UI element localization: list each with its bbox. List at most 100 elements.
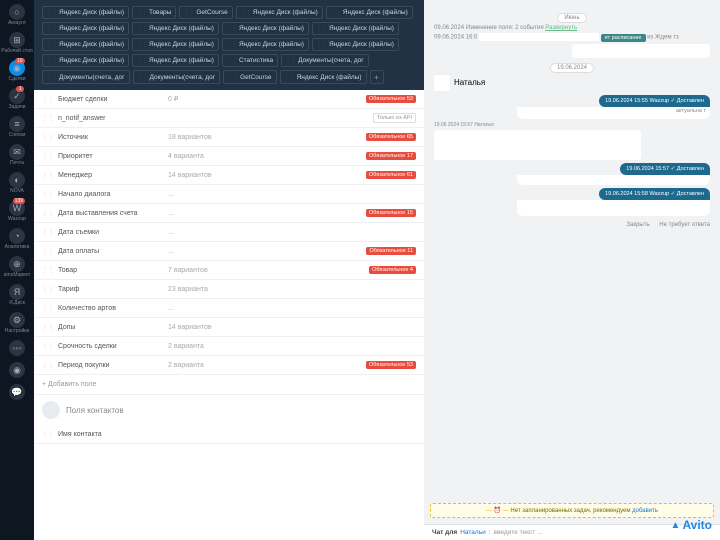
required-badge: Обязательное 53 (366, 361, 416, 369)
field-value[interactable]: 23 варианта (168, 286, 416, 293)
field-value[interactable]: 0 ₽ (168, 95, 366, 103)
chat-contact-link[interactable]: Натальи (460, 529, 486, 536)
close-action[interactable]: Закрыть (627, 222, 650, 228)
sidebar-icon: ⊞ (9, 32, 25, 48)
tag-chip[interactable]: GetCourse (223, 70, 276, 84)
field-row[interactable]: ⋮⋮Менеджер14 вариантовОбязательное 61 (34, 166, 424, 185)
field-value[interactable]: ... (168, 305, 416, 312)
field-name: Бюджет сделки (58, 96, 168, 103)
field-row[interactable]: ⋮⋮Бюджет сделки0 ₽Обязательное 53 (34, 90, 424, 109)
tag-chip[interactable]: Товары (132, 6, 176, 19)
chat-placeholder[interactable]: введите текст ... (494, 529, 543, 536)
tag-chip[interactable]: Документы(счета, дог (133, 70, 221, 84)
sidebar-label: Рабочий стол (1, 49, 32, 54)
add-task-link[interactable]: добавить (632, 508, 658, 514)
redacted (572, 44, 710, 58)
grip-icon: ⋮⋮ (42, 210, 54, 217)
sidebar: ○Аккаунт ⊞Рабочий стол ◉10Сделки ✓1Задачи ≡С… (0, 0, 34, 540)
field-row[interactable]: ⋮⋮Товар7 вариантовОбязательное 4 (34, 261, 424, 280)
sidebar-item-NOVA[interactable]: ◐NOVA (9, 172, 25, 194)
field-name: Имя контакта (58, 431, 168, 438)
sidebar-item-Аналитика[interactable]: ◔Аналитика (5, 228, 30, 250)
field-name: Товар (58, 267, 168, 274)
sidebar-label: Списки (9, 133, 26, 138)
sidebar-item-Wazzup[interactable]: W139Wazzup (8, 200, 26, 222)
contact-name-field[interactable]: ⋮⋮ Имя контакта (34, 425, 424, 444)
field-row[interactable]: ⋮⋮Срочность сделки2 варианта (34, 337, 424, 356)
tag-chip[interactable]: Яндекс Диск (файлы) (42, 54, 129, 67)
sidebar-icon: ○ (9, 4, 25, 20)
tag-chip[interactable]: GetCourse (179, 6, 232, 19)
field-name: n_notif_answer (58, 115, 168, 122)
field-row[interactable]: ⋮⋮Дата оплаты...Обязательное 11 (34, 242, 424, 261)
field-value[interactable]: 4 варианта (168, 153, 366, 160)
sidebar-item-Задачи[interactable]: ✓1Задачи (9, 88, 26, 110)
field-value[interactable]: ... (168, 191, 416, 198)
required-badge: Обязательное 4 (369, 266, 416, 274)
field-row[interactable]: ⋮⋮Дата съемки... (34, 223, 424, 242)
field-value[interactable]: 2 варианта (168, 343, 416, 350)
grip-icon: ⋮⋮ (42, 343, 54, 350)
field-row[interactable]: ⋮⋮n_notif_answerТолько из API (34, 109, 424, 128)
sidebar-footer-icon[interactable]: ◦◦◦ (9, 340, 25, 356)
sidebar-item-Почта[interactable]: ✉Почта (9, 144, 25, 166)
field-value[interactable]: 14 вариантов (168, 172, 366, 179)
field-value[interactable]: 2 варианта (168, 362, 366, 369)
field-row[interactable]: ⋮⋮Допы14 вариантов (34, 318, 424, 337)
tag-chip[interactable]: Яндекс Диск (файлы) (42, 22, 129, 35)
incoming-meta: 19.06 2024 15:57 Наталья (434, 122, 710, 128)
sidebar-item-Аккаунт[interactable]: ○Аккаунт (8, 4, 26, 26)
field-value[interactable]: 7 вариантов (168, 267, 369, 274)
field-row[interactable]: ⋮⋮Приоритет4 вариантаОбязательное 17 (34, 147, 424, 166)
field-value[interactable]: ... (168, 210, 366, 217)
field-row[interactable]: ⋮⋮Источник18 вариантовОбязательное 65 (34, 128, 424, 147)
tag-chip[interactable]: Яндекс Диск (файлы) (280, 70, 367, 84)
tag-chip[interactable]: Документы(счета, дог (281, 54, 369, 67)
tag-chip[interactable]: Яндекс Диск (файлы) (326, 6, 413, 19)
sidebar-icon: ≡ (9, 116, 25, 132)
tag-chip[interactable]: Яндекс Диск (файлы) (222, 22, 309, 35)
grip-icon: ⋮⋮ (42, 248, 54, 255)
tag-chip[interactable]: Яндекс Диск (файлы) (312, 38, 399, 51)
expand-link[interactable]: Развернуть (545, 25, 577, 31)
tag-chip[interactable]: Статистика (222, 54, 278, 67)
sidebar-item-Я.Диск[interactable]: ЯЯ.Диск (9, 284, 25, 306)
field-row[interactable]: ⋮⋮Дата выставления счета...Обязательное … (34, 204, 424, 223)
sidebar-footer-icon[interactable]: ◉ (9, 362, 25, 378)
tag-chip[interactable]: Яндекс Диск (файлы) (236, 6, 323, 19)
tag-chip[interactable]: Яндекс Диск (файлы) (132, 54, 219, 67)
tag-chip[interactable]: Яндекс Диск (файлы) (132, 22, 219, 35)
sidebar-item-Списки[interactable]: ≡Списки (9, 116, 26, 138)
field-row[interactable]: ⋮⋮Количество артов... (34, 299, 424, 318)
main: Яндекс Диск (файлы)ТоварыGetCourseЯндекс… (34, 0, 720, 540)
sidebar-item-Сделки[interactable]: ◉10Сделки (8, 60, 25, 82)
sidebar-item-Настройки[interactable]: ⚙Настройки (5, 312, 30, 334)
sidebar-footer-icon[interactable]: 💬 (9, 384, 25, 400)
field-name: Источник (58, 134, 168, 141)
tag-chip[interactable]: Яндекс Диск (файлы) (312, 22, 399, 35)
sidebar-label: Я.Диск (9, 301, 25, 306)
tag-chip[interactable]: Документы(счета, дог (42, 70, 130, 84)
tag-chip[interactable]: Яндекс Диск (файлы) (132, 38, 219, 51)
field-name: Допы (58, 324, 168, 331)
add-tag-button[interactable]: + (370, 70, 384, 84)
grip-icon: ⋮⋮ (42, 431, 54, 438)
field-row[interactable]: ⋮⋮Начало диалога... (34, 185, 424, 204)
sidebar-item-Рабочий стол[interactable]: ⊞Рабочий стол (1, 32, 32, 54)
sidebar-item-amoМаркет[interactable]: ⊕amoМаркет (4, 256, 31, 278)
avatar (434, 75, 450, 91)
field-value[interactable]: 14 вариантов (168, 324, 416, 331)
field-row[interactable]: ⋮⋮Период покупки2 вариантаОбязательное 5… (34, 356, 424, 375)
tag-chip[interactable]: Яндекс Диск (файлы) (42, 38, 129, 51)
tag-chip[interactable]: Яндекс Диск (файлы) (42, 6, 129, 19)
field-value[interactable]: 18 вариантов (168, 134, 366, 141)
field-value[interactable]: ... (168, 229, 416, 236)
outgoing-message: 19.06.2024 15:55 Wazzup ✓ Доставлен акту… (517, 95, 710, 119)
avatar (42, 401, 60, 419)
add-field-button[interactable]: + Добавить поле (34, 375, 424, 394)
tag-chip[interactable]: Яндекс Диск (файлы) (222, 38, 309, 51)
field-value[interactable]: ... (168, 248, 366, 255)
noreply-action[interactable]: Не требует ответа (659, 222, 710, 228)
field-row[interactable]: ⋮⋮Тариф23 варианта (34, 280, 424, 299)
sidebar-icon: ⚙ (9, 312, 25, 328)
